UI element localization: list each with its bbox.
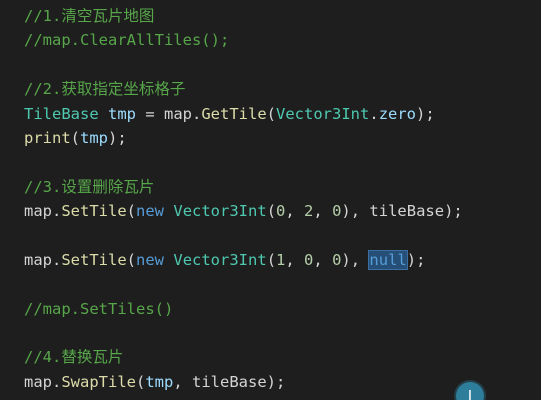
comma-token: , <box>285 250 305 269</box>
object-token: map <box>24 372 52 391</box>
code-line-2: //map.ClearAllTiles(); <box>24 28 541 52</box>
code-line-1: //1.清空瓦片地图 <box>24 4 541 28</box>
type-token: Vector3Int <box>276 104 370 123</box>
operator-token: = <box>136 104 164 123</box>
paren-token: ); <box>406 250 426 269</box>
paren-token: ( <box>266 104 277 123</box>
type-token: TileBase <box>24 104 99 123</box>
code-editor[interactable]: //1.清空瓦片地图 //map.ClearAllTiles(); //2.获取… <box>0 0 541 400</box>
code-line-11: map.SetTile(new Vector3Int(1, 0, 0), nul… <box>24 248 541 272</box>
paren-token: ( <box>266 250 277 269</box>
text-cursor-glyph: I <box>467 387 473 400</box>
variable-token: tmp <box>145 372 174 391</box>
code-line-5: TileBase tmp = map.GetTile(Vector3Int.ze… <box>24 102 541 126</box>
comma-token: , <box>173 372 193 391</box>
dot-token: . <box>369 104 379 123</box>
code-line-9: map.SetTile(new Vector3Int(0, 2, 0), til… <box>24 199 541 223</box>
selected-null-token[interactable]: null <box>368 249 408 270</box>
paren-token: ( <box>126 202 137 221</box>
number-token: 0 <box>332 250 342 269</box>
method-token: SetTile <box>61 202 127 221</box>
comment: //map.SetTiles() <box>24 299 174 318</box>
code-line-4: //2.获取指定坐标格子 <box>24 77 541 101</box>
paren-token: ), <box>341 250 370 269</box>
method-token: GetTile <box>201 104 267 123</box>
paren-token: ), <box>341 202 370 221</box>
keyword-token: new <box>136 202 165 221</box>
comment: //map.ClearAllTiles(); <box>24 31 230 50</box>
number-token: 0 <box>332 202 342 221</box>
paren-token: ); <box>108 128 127 147</box>
paren-token: ); <box>416 104 435 123</box>
code-line-14-blank <box>24 321 541 345</box>
method-token: print <box>24 128 71 147</box>
paren-token: ( <box>126 250 137 269</box>
paren-token: ( <box>266 202 277 221</box>
comma-token: , <box>285 202 305 221</box>
code-line-8: //3.设置删除瓦片 <box>24 175 541 199</box>
code-line-7-blank <box>24 150 541 174</box>
number-token: 1 <box>276 250 286 269</box>
code-line-10-blank <box>24 224 541 248</box>
code-line-6: print(tmp); <box>24 126 541 150</box>
dot-token: . <box>52 202 62 221</box>
comma-token: , <box>313 202 333 221</box>
code-line-12-blank <box>24 272 541 296</box>
code-line-15: //4.替换瓦片 <box>24 345 541 369</box>
paren-token: ); <box>266 372 286 391</box>
comment: //3.设置删除瓦片 <box>24 177 155 196</box>
member-token: zero <box>378 104 417 123</box>
comma-token: , <box>313 250 333 269</box>
variable-token: tmp <box>80 128 109 147</box>
paren-token: ( <box>70 128 81 147</box>
object-token: map <box>24 250 52 269</box>
number-token: 2 <box>304 202 314 221</box>
dot-token: . <box>52 250 62 269</box>
keyword-token: new <box>136 250 165 269</box>
variable-token: tmp <box>108 104 136 123</box>
code-line-13: //map.SetTiles() <box>24 297 541 321</box>
dot-token: . <box>52 372 62 391</box>
paren-token: ( <box>136 372 146 391</box>
paren-token: ); <box>444 202 463 221</box>
comment: //4.替换瓦片 <box>24 348 124 367</box>
type-token: Vector3Int <box>173 250 267 269</box>
variable-token: tileBase <box>369 202 445 221</box>
dot-token: . <box>192 104 202 123</box>
code-lines: //1.清空瓦片地图 //map.ClearAllTiles(); //2.获取… <box>24 4 541 394</box>
code-line-3-blank <box>24 53 541 77</box>
method-token: SwapTile <box>61 372 136 391</box>
comment: //1.清空瓦片地图 <box>24 7 155 25</box>
object-token: map <box>24 202 52 221</box>
number-token: 0 <box>304 250 314 269</box>
number-token: 0 <box>276 202 286 221</box>
object-token: map <box>164 104 192 123</box>
type-token: Vector3Int <box>173 202 267 221</box>
method-token: SetTile <box>61 250 127 269</box>
comment: //2.获取指定坐标格子 <box>24 80 186 99</box>
variable-token: tileBase <box>192 372 267 391</box>
